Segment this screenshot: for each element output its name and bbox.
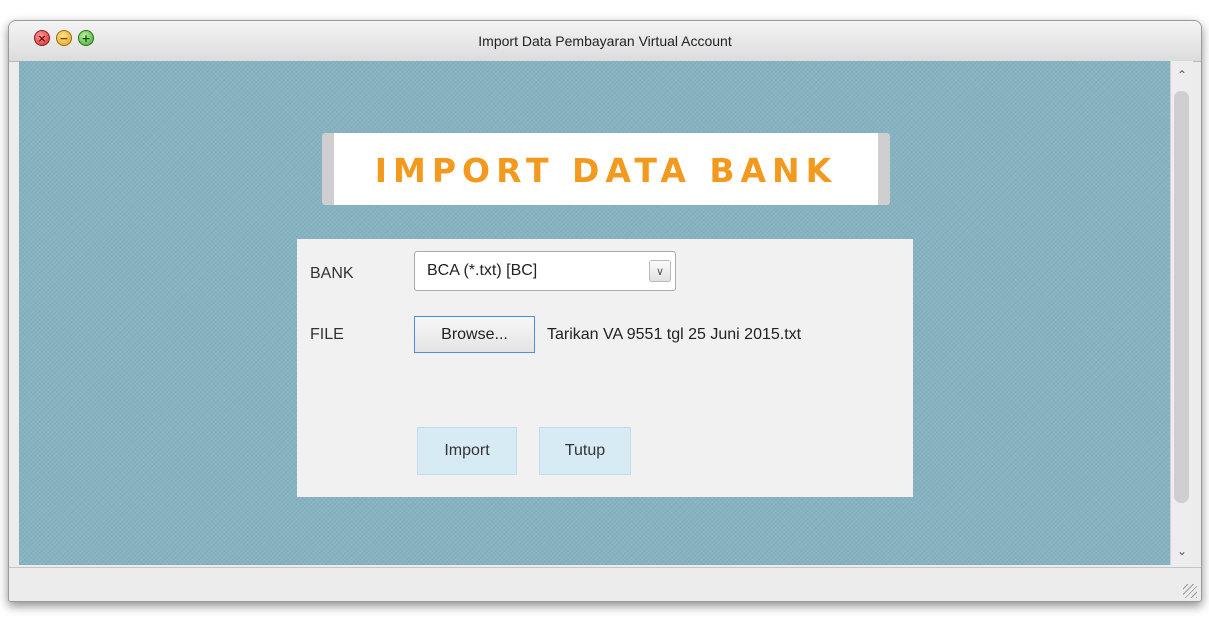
content-area: IMPORT DATA BANK BANK BCA (*.txt) [BC] ∨…: [19, 61, 1170, 565]
scroll-up-icon[interactable]: ⌃: [1171, 65, 1193, 85]
vertical-scrollbar[interactable]: ⌃ ⌄: [1170, 61, 1193, 565]
page-title: IMPORT DATA BANK: [374, 151, 838, 190]
chevron-down-icon[interactable]: ∨: [649, 260, 671, 282]
close-button[interactable]: Tutup: [539, 427, 631, 475]
title-bar[interactable]: × − + Import Data Pembayaran Virtual Acc…: [9, 21, 1201, 62]
window-title: Import Data Pembayaran Virtual Account: [478, 33, 732, 49]
import-form-panel: BANK BCA (*.txt) [BC] ∨ FILE Browse... T…: [297, 239, 913, 497]
bank-select[interactable]: BCA (*.txt) [BC] ∨: [414, 251, 676, 291]
status-bar: [9, 567, 1201, 601]
header-banner: IMPORT DATA BANK: [322, 133, 890, 205]
import-button[interactable]: Import: [417, 427, 517, 475]
scroll-thumb[interactable]: [1174, 91, 1189, 503]
resize-grip-icon[interactable]: [1183, 584, 1197, 598]
bank-select-value: BCA (*.txt) [BC]: [427, 262, 538, 279]
scroll-down-icon[interactable]: ⌄: [1171, 541, 1193, 561]
bank-label: BANK: [310, 265, 354, 282]
browse-button[interactable]: Browse...: [414, 316, 535, 353]
selected-file-name: Tarikan VA 9551 tgl 25 Juni 2015.txt: [547, 326, 802, 343]
file-label: FILE: [310, 326, 344, 343]
app-window: × − + Import Data Pembayaran Virtual Acc…: [8, 20, 1202, 602]
